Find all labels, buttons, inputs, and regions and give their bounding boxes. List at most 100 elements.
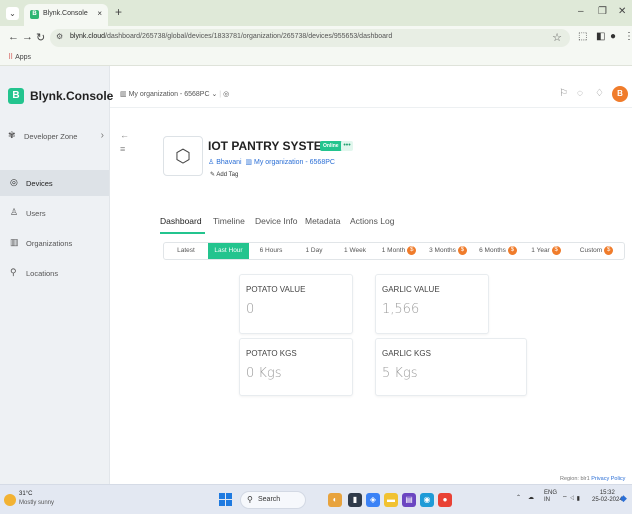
tab-timeline[interactable]: Timeline — [213, 216, 245, 226]
minimize-icon[interactable]: – — [578, 6, 584, 17]
apps-grid-icon: ⠿ — [8, 54, 14, 61]
owner-link[interactable]: Bhavani — [216, 159, 241, 166]
privacy-policy-link[interactable]: Privacy Policy — [591, 476, 625, 482]
widget-garlic-kgs[interactable]: GARLIC KGS 5 Kgs — [375, 338, 527, 396]
weather-temp: 31°C — [19, 491, 33, 497]
app-icon-2[interactable]: ▮ — [348, 493, 362, 507]
tab-search-icon[interactable]: ⌄ — [6, 7, 19, 20]
sidebar-item-label: Users — [26, 209, 46, 218]
blynk-favicon-icon: B — [30, 10, 39, 19]
range-custom[interactable]: Custom $ — [569, 243, 624, 259]
range-last-hour[interactable]: Last Hour — [208, 243, 249, 259]
developer-zone-item[interactable]: ✾ Developer Zone › — [8, 130, 104, 146]
file-explorer-icon[interactable]: ▬ — [384, 493, 398, 507]
tag-icon: ✎ — [210, 172, 216, 178]
search-icon: ⚲ — [247, 495, 253, 504]
sun-icon — [4, 494, 16, 506]
range-1-month[interactable]: 1 Month $ — [375, 243, 423, 259]
address-bar[interactable]: ⚙ blynk.cloud/dashboard/265738/global/de… — [50, 29, 570, 47]
widget-value: 0 — [246, 302, 255, 317]
region-footer: Region: blr1 Privacy Policy — [560, 476, 625, 482]
tab-device-info[interactable]: Device Info — [255, 216, 298, 226]
site-info-icon[interactable]: ⚙ — [56, 32, 63, 41]
tray-chevron-icon[interactable]: ⌃ — [516, 494, 521, 501]
widget-title: GARLIC VALUE — [382, 285, 440, 294]
device-org-link[interactable]: My organization - 6568PC — [254, 159, 335, 166]
taskbar-search-label: Search — [258, 496, 281, 503]
org-settings-icon[interactable]: ◎ — [223, 91, 229, 98]
browser-menu-icon[interactable]: ⋮ — [624, 31, 632, 42]
windows-start-icon[interactable] — [219, 493, 233, 507]
sidebar-item-label: Organizations — [26, 239, 73, 248]
lock-icon: $ — [507, 245, 517, 255]
browser-tab[interactable]: B Blynk.Console × — [24, 4, 108, 26]
sidebar-item-devices[interactable]: ◎ Devices — [0, 170, 109, 196]
device-image[interactable]: ⬡ — [163, 136, 203, 176]
back-arrow-icon[interactable]: ← — [120, 128, 129, 142]
sidepanel-icon[interactable]: ◧ — [596, 31, 605, 42]
org-selector[interactable]: ▥ My organization - 6568PC ⌄ | ◎ — [120, 90, 229, 98]
language-indicator[interactable]: ENG IN — [544, 490, 557, 504]
tab-metadata[interactable]: Metadata — [305, 216, 340, 226]
locations-icon: ⚲ — [10, 267, 17, 277]
new-tab-icon[interactable]: + — [115, 5, 122, 19]
reload-icon[interactable]: ↻ — [36, 31, 45, 44]
widget-value: 0 Kgs — [246, 366, 282, 381]
range-1-year[interactable]: 1 Year $ — [523, 243, 569, 259]
widget-value: 5 Kgs — [382, 366, 418, 381]
hamburger-icon[interactable]: ≡ — [120, 142, 129, 156]
tab-dashboard[interactable]: Dashboard — [160, 216, 202, 226]
blynk-console-app: B Blynk.Console ✾ Developer Zone › ◎ Dev… — [0, 66, 632, 484]
range-1-week[interactable]: 1 Week — [335, 243, 375, 259]
sidebar-item-users[interactable]: ♙ Users — [0, 200, 109, 226]
sidebar: B Blynk.Console ✾ Developer Zone › ◎ Dev… — [0, 66, 113, 484]
tray-cloud-icon[interactable]: ☁ — [528, 494, 534, 501]
avatar[interactable]: B — [612, 86, 628, 102]
notification-center-icon[interactable]: ◆ — [620, 493, 627, 504]
tab-actions-log[interactable]: Actions Log — [350, 216, 394, 226]
notifications-icon[interactable]: ♢ — [595, 88, 604, 99]
app-icon-5[interactable]: ▤ — [402, 493, 416, 507]
widget-title: POTATO VALUE — [246, 285, 306, 294]
app-icon-3[interactable]: ◈ — [366, 493, 380, 507]
url-text: blynk.cloud/dashboard/265738/global/devi… — [70, 33, 392, 40]
network-volume-icons[interactable]: ⌔ ◁ ▮ — [562, 494, 580, 502]
chrome-icon[interactable]: ● — [438, 493, 452, 507]
sidebar-item-organizations[interactable]: ▥ Organizations — [0, 230, 109, 256]
range-1-day[interactable]: 1 Day — [293, 243, 335, 259]
downloads-icon[interactable]: ⬚ — [578, 31, 587, 42]
add-tag-button[interactable]: ✎ Add Tag — [210, 171, 238, 178]
range-6-hours[interactable]: 6 Hours — [249, 243, 293, 259]
help-icon[interactable]: ◌ — [577, 88, 583, 99]
clock[interactable]: 15:32 25-02-2024 — [592, 490, 623, 504]
range-6-months[interactable]: 6 Months $ — [473, 243, 523, 259]
range-3-months[interactable]: 3 Months $ — [423, 243, 473, 259]
tab-title: Blynk.Console — [43, 10, 88, 17]
range-latest[interactable]: Latest — [164, 243, 208, 259]
back-icon[interactable]: ← — [8, 31, 19, 43]
sidebar-collapse-controls: ← ≡ — [120, 128, 129, 156]
organization-icon: ▥ — [245, 159, 253, 166]
browser-tab-bar: ⌄ B Blynk.Console × + – ❐ ✕ — [0, 0, 632, 26]
app-icon-6[interactable]: ◉ — [420, 493, 434, 507]
more-options-button[interactable]: ••• — [341, 141, 353, 151]
bookmark-star-icon[interactable]: ☆ — [552, 31, 562, 44]
widget-potato-value[interactable]: POTATO VALUE 0 — [239, 274, 353, 334]
url-path: /dashboard/265738/global/devices/1833781… — [105, 33, 393, 40]
widget-garlic-value[interactable]: GARLIC VALUE 1,566 — [375, 274, 489, 334]
top-bar: ▥ My organization - 6568PC ⌄ | ◎ ⚐ ◌ ♢ B — [110, 84, 632, 108]
close-window-icon[interactable]: ✕ — [618, 6, 626, 17]
widget-potato-kgs[interactable]: POTATO KGS 0 Kgs — [239, 338, 353, 396]
forward-icon[interactable]: → — [22, 31, 33, 43]
lock-icon: $ — [604, 245, 614, 255]
tab-close-icon[interactable]: × — [97, 9, 102, 18]
app-icon-1[interactable]: ◐ — [328, 493, 342, 507]
taskbar: 31°C Mostly sunny ⚲ Search ◐ ▮ ◈ ▬ ▤ ◉ ●… — [0, 484, 632, 514]
sidebar-item-locations[interactable]: ⚲ Locations — [0, 260, 109, 286]
taskbar-search[interactable]: ⚲ Search — [240, 491, 306, 509]
apps-bookmark[interactable]: ⠿ Apps — [8, 53, 31, 61]
restore-icon[interactable]: ❐ — [598, 6, 607, 17]
profile-icon[interactable]: ● — [610, 31, 616, 42]
weather-condition: Mostly sunny — [19, 500, 55, 506]
announcements-icon[interactable]: ⚐ — [559, 88, 568, 99]
